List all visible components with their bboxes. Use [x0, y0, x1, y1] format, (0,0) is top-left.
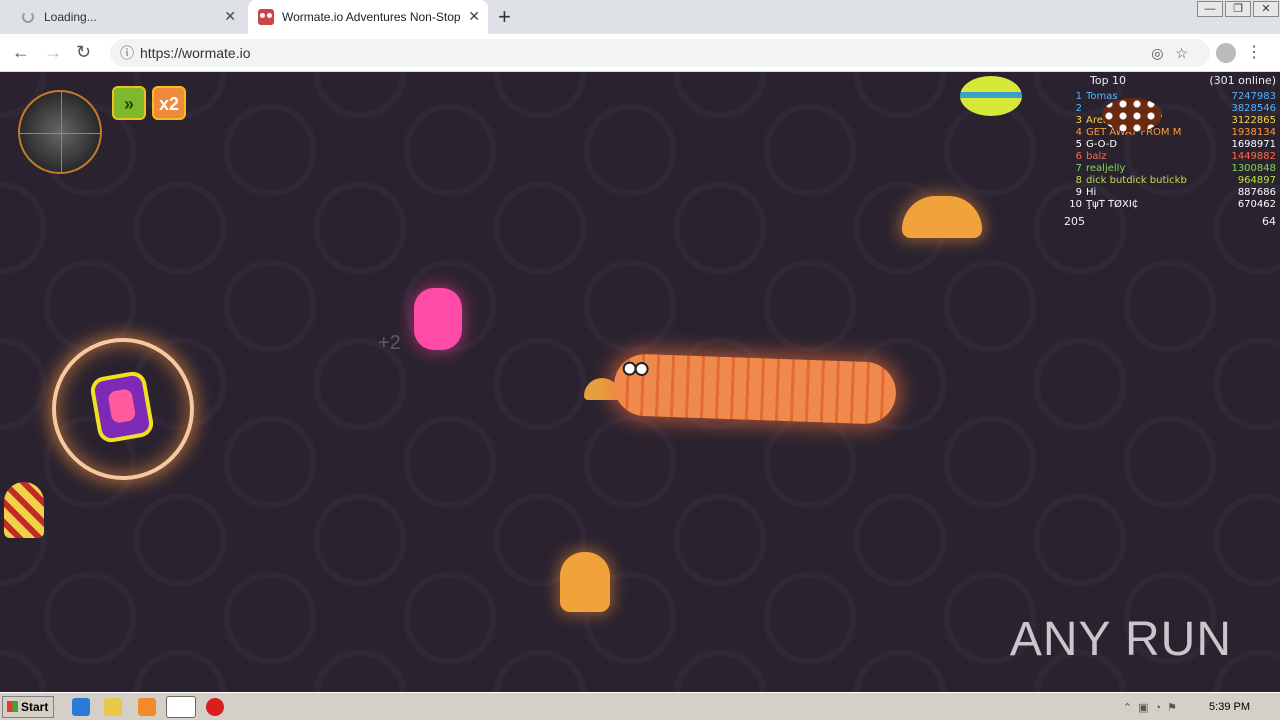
leaderboard-name: GET AWAY FROM M: [1086, 127, 1182, 138]
leaderboard-row: 2 3828546: [1064, 103, 1280, 115]
url-text: https://wormate.io: [140, 45, 251, 61]
browser-toolbar: ← → ↻ ⓘ https://wormate.io ◎☆ ⋮: [0, 34, 1280, 72]
leaderboard-score: 1698971: [1231, 139, 1276, 150]
leaderboard-name: balz: [1086, 151, 1107, 162]
ie-icon[interactable]: [72, 698, 90, 716]
leaderboard-rank: 10: [1069, 199, 1082, 210]
media-player-icon[interactable]: [138, 698, 156, 716]
leaderboard-rank: 8: [1075, 175, 1082, 186]
score-popup: +2: [378, 332, 401, 354]
explorer-icon[interactable]: [104, 698, 122, 716]
leaderboard-score: 1300848: [1231, 163, 1276, 174]
leaderboard-name: Hi: [1086, 187, 1097, 198]
cookie-food-icon: [1102, 98, 1162, 132]
leaderboard-row: 6 balz 1449882: [1064, 151, 1280, 163]
player-score: 64: [1262, 215, 1276, 228]
shield-powerup-icon: [88, 369, 156, 445]
gingerbread-food-icon: [560, 552, 610, 612]
macaron-food-icon: [960, 76, 1022, 116]
leaderboard-name: realjelly: [1086, 163, 1126, 174]
tab-label: Loading...: [44, 10, 97, 24]
site-info-icon[interactable]: ⓘ: [120, 39, 134, 67]
tab-label: Wormate.io Adventures Non-Stop: [282, 10, 461, 24]
system-tray: ⌃▣◔⚑ 5:39 PM: [1123, 695, 1280, 719]
browser-menu-icon[interactable]: ⋮: [1246, 42, 1262, 62]
close-tab-icon[interactable]: ✕: [468, 8, 480, 25]
leaderboard-score: 964897: [1237, 175, 1276, 186]
anyrun-watermark: ANY RUN: [1009, 613, 1232, 666]
leaderboard-rank: 2: [1075, 103, 1082, 114]
leaderboard-name: dick butdick butickb: [1086, 175, 1187, 186]
croissant-food-icon: [902, 196, 982, 238]
window-controls: — ❐ ✕: [1196, 0, 1280, 18]
speed-powerup-icon: »: [112, 86, 146, 120]
leaderboard-row: 9 Hi 887686: [1064, 187, 1280, 199]
windows-taskbar: Start ⌃▣◔⚑ 5:39 PM: [0, 692, 1280, 720]
leaderboard-score: 887686: [1237, 187, 1276, 198]
leaderboard-row: 5 G-O-D 1698971: [1064, 139, 1280, 151]
forward-button[interactable]: →: [44, 42, 62, 63]
start-button[interactable]: Start: [2, 696, 54, 718]
leaderboard-name: ŢψŤ ŤØXĪ₵: [1086, 199, 1139, 210]
leaderboard-score: 3828546: [1231, 103, 1276, 114]
leaderboard-row: 7 realjelly 1300848: [1064, 163, 1280, 175]
loading-spinner-icon: [22, 11, 34, 23]
multiplier-powerup-icon: x2: [152, 86, 186, 120]
leaderboard: Top 10 (301 online) 1 Tomas 7247983 2 382854…: [1064, 74, 1280, 228]
online-count: (301 online): [1209, 74, 1276, 87]
worm-eye: [634, 361, 649, 377]
leaderboard-rows: 1 Tomas 7247983 2 38285463Area 5131228654 GET…: [1064, 91, 1280, 211]
leaderboard-row: 4 GET AWAY FROM M 1938134: [1064, 127, 1280, 139]
clock: 5:39 PM: [1209, 701, 1250, 713]
back-button[interactable]: ←: [12, 42, 30, 63]
minimize-button[interactable]: —: [1197, 1, 1223, 17]
browser-titlebar: Loading... ✕ Wormate.io Adventures Non-S…: [0, 0, 1280, 34]
leaderboard-row: 8 dick butdick butickb 964897: [1064, 175, 1280, 187]
leaderboard-row: 3Area 513122865: [1064, 115, 1280, 127]
leaderboard-rank: 4: [1075, 127, 1082, 138]
player-rank: 205: [1064, 215, 1085, 228]
leaderboard-score: 670462: [1237, 199, 1276, 210]
tab-wormate[interactable]: Wormate.io Adventures Non-Stop ✕: [248, 0, 488, 34]
gummy-bear-food-icon: [414, 288, 462, 350]
leaderboard-title: Top 10: [1090, 74, 1127, 87]
location-and-bookmark-icons[interactable]: ◎☆: [1151, 39, 1200, 67]
leaderboard-rank: 3: [1075, 115, 1082, 126]
leaderboard-score: 1449882: [1231, 151, 1276, 162]
leaderboard-rank: 6: [1075, 151, 1082, 162]
leaderboard-score: 1938134: [1231, 127, 1276, 138]
address-bar[interactable]: ⓘ https://wormate.io ◎☆: [110, 39, 1210, 67]
reload-button[interactable]: ↻: [76, 42, 91, 63]
tab-loading[interactable]: Loading... ✕: [8, 0, 244, 34]
leaderboard-name: Tomas: [1086, 91, 1118, 102]
leaderboard-name: G-O-D: [1086, 139, 1118, 150]
stop-icon[interactable]: [206, 698, 224, 716]
profile-avatar[interactable]: [1216, 43, 1236, 63]
leaderboard-row: 10 ŢψŤ ŤØXĪ₵ 670462: [1064, 199, 1280, 211]
restore-button[interactable]: ❐: [1225, 1, 1251, 17]
leaderboard-rank: 1: [1075, 91, 1082, 102]
player-worm: [613, 353, 897, 425]
leaderboard-rank: 7: [1075, 163, 1082, 174]
leaderboard-score: 7247983: [1231, 91, 1276, 102]
close-tab-icon[interactable]: ✕: [224, 8, 236, 25]
leaderboard-rank: 9: [1075, 187, 1082, 198]
leaderboard-row: 1 Tomas 7247983: [1064, 91, 1280, 103]
minimap: [18, 90, 102, 174]
new-tab-button[interactable]: +: [498, 4, 511, 30]
ice-cream-food-icon: [4, 482, 44, 538]
chrome-taskbar-button[interactable]: [166, 696, 196, 718]
leaderboard-score: 3122865: [1231, 115, 1276, 126]
close-window-button[interactable]: ✕: [1253, 1, 1279, 17]
wormate-favicon-icon: [258, 9, 274, 25]
leaderboard-rank: 5: [1075, 139, 1082, 150]
tray-icons[interactable]: ⌃▣◔⚑: [1123, 701, 1183, 714]
game-canvas[interactable]: » x2 Top 10 (301 online) 1 Tomas 7247983 2 3…: [0, 72, 1280, 692]
